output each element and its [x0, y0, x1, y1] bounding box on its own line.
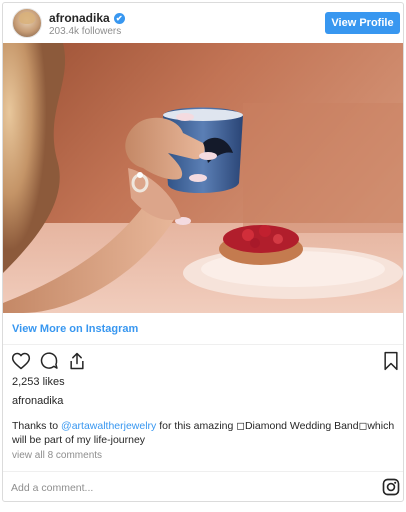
- follower-count: 203.4k followers: [49, 26, 122, 37]
- view-profile-button[interactable]: View Profile: [325, 12, 400, 34]
- instagram-logo-icon[interactable]: [382, 478, 400, 496]
- post-photo-image: [3, 43, 403, 313]
- comment-input[interactable]: [11, 479, 351, 497]
- view-more-link[interactable]: View More on Instagram: [12, 323, 138, 335]
- share-icon[interactable]: [67, 351, 87, 371]
- post-caption: Thanks to @artawaltherjewelry for this a…: [12, 419, 398, 447]
- verified-badge-icon: ✔: [113, 12, 125, 24]
- comment-bar: [3, 471, 403, 501]
- caption-username[interactable]: afronadika: [12, 395, 63, 407]
- view-more-row: View More on Instagram: [3, 315, 403, 345]
- caption-mention-link[interactable]: @artawaltherjewelry: [61, 420, 156, 432]
- action-bar: [3, 348, 403, 376]
- like-count[interactable]: 2,253 likes: [12, 376, 65, 388]
- username-row: afronadika ✔: [49, 11, 125, 25]
- heart-icon[interactable]: [11, 351, 31, 371]
- post-header: afronadika ✔ 203.4k followers View Profi…: [3, 3, 403, 43]
- post-photo[interactable]: [3, 43, 403, 313]
- instagram-embed-card: afronadika ✔ 203.4k followers View Profi…: [2, 2, 404, 502]
- avatar[interactable]: [12, 8, 42, 38]
- username[interactable]: afronadika: [49, 11, 110, 25]
- caption-prefix: Thanks to: [12, 420, 62, 432]
- view-all-comments-link[interactable]: view all 8 comments: [12, 450, 102, 461]
- comment-icon[interactable]: [39, 351, 59, 371]
- bookmark-icon[interactable]: [381, 351, 401, 371]
